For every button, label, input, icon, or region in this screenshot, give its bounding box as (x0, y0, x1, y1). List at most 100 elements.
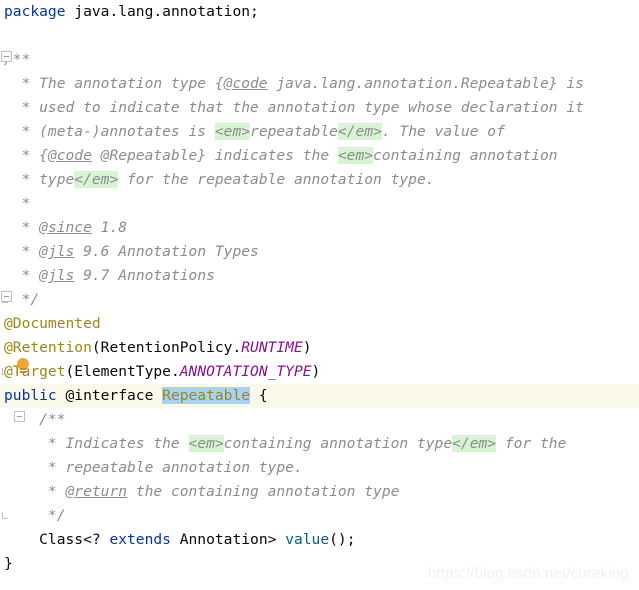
code-line[interactable]: * (0, 192, 639, 216)
code-token: RUNTIME (241, 339, 303, 356)
code-token: public (4, 387, 57, 404)
code-content[interactable]: package java.lang.annotation; /** * The … (0, 0, 639, 590)
code-line-text: public @interface Repeatable { (0, 384, 268, 408)
code-line-text: * @jls 9.7 Annotations (0, 264, 215, 288)
code-line[interactable]: * Indicates the <em>containing annotatio… (0, 432, 639, 456)
code-line[interactable]: * @jls 9.6 Annotation Types (0, 240, 639, 264)
code-line[interactable]: * @jls 9.7 Annotations (0, 264, 639, 288)
code-token: </em> (338, 123, 382, 140)
code-token: 9.7 Annotations (74, 267, 215, 284)
code-token: <em> (189, 435, 224, 452)
code-line-text: package java.lang.annotation; (0, 0, 259, 24)
code-token: containing annotation (373, 147, 558, 164)
code-token: @return (66, 483, 128, 500)
code-token: repeatable (250, 123, 338, 140)
code-token: <em> (215, 123, 250, 140)
code-line-text: Class<? extends Annotation> value(); (0, 528, 355, 552)
code-line-text: * used to indicate that the annotation t… (0, 96, 584, 120)
code-token: package (4, 3, 66, 20)
code-token: */ (4, 507, 66, 524)
code-line[interactable]: @Target(ElementType.ANNOTATION_TYPE) (0, 360, 639, 384)
code-token: @since (39, 219, 92, 236)
code-token: </em> (74, 171, 118, 188)
code-token: @code (224, 75, 268, 92)
code-line-text: * repeatable annotation type. (0, 456, 303, 480)
code-line-text: * @return the containing annotation type (0, 480, 399, 504)
code-line-text: * {@code @Repeatable} indicates the <em>… (0, 144, 558, 168)
code-token: (RetentionPolicy. (92, 339, 241, 356)
code-token: Annotation> (171, 531, 285, 548)
code-line[interactable]: * used to indicate that the annotation t… (0, 96, 639, 120)
code-token: @code (48, 147, 92, 164)
code-line[interactable]: */ (0, 504, 639, 528)
code-line[interactable]: * The annotation type {@code java.lang.a… (0, 72, 639, 96)
code-line[interactable]: @Documented (0, 312, 639, 336)
code-token: 9.6 Annotation Types (74, 243, 259, 260)
code-token: java.lang.annotation; (66, 3, 259, 20)
code-token: @Repeatable} indicates the (92, 147, 338, 164)
code-line[interactable]: public @interface Repeatable { (0, 384, 639, 408)
code-line[interactable] (0, 24, 639, 48)
code-token: extends (109, 531, 171, 548)
code-line[interactable]: @Retention(RetentionPolicy.RUNTIME) (0, 336, 639, 360)
code-line-text: * The annotation type {@code java.lang.a… (0, 72, 584, 96)
code-token: @jls (39, 243, 74, 260)
code-token: * Indicates the (4, 435, 189, 452)
code-token: * { (4, 147, 48, 164)
code-token: @Retention (4, 339, 92, 356)
code-line[interactable]: /** (0, 48, 639, 72)
fold-marker-target-line[interactable] (2, 368, 8, 375)
code-token: * The annotation type { (4, 75, 224, 92)
code-line-text: } (0, 552, 13, 576)
code-token: * type (4, 171, 74, 188)
code-token: (ElementType. (66, 363, 180, 380)
code-token: Repeatable (162, 387, 250, 404)
watermark: https://blog.csdn.net/cureking (428, 565, 629, 582)
code-token: <em> (338, 147, 373, 164)
code-line[interactable]: * @return the containing annotation type (0, 480, 639, 504)
code-line[interactable]: * {@code @Repeatable} indicates the <em>… (0, 144, 639, 168)
code-line-text: @Documented (0, 312, 101, 336)
fold-marker-inner-javadoc-open[interactable] (14, 411, 25, 422)
fold-marker-annotation-block[interactable] (1, 291, 12, 302)
code-token: for the repeatable annotation type. (118, 171, 434, 188)
code-token: ) (312, 363, 321, 380)
code-token: ANNOTATION_TYPE (180, 363, 312, 380)
code-line-text: @Retention(RetentionPolicy.RUNTIME) (0, 336, 312, 360)
code-line-text: * (0, 192, 30, 216)
fold-marker-javadoc-open[interactable] (1, 51, 12, 62)
code-token: @interface (57, 387, 162, 404)
code-editor[interactable]: package java.lang.annotation; /** * The … (0, 0, 639, 590)
code-token: </em> (452, 435, 496, 452)
code-token: @Target (4, 363, 66, 380)
code-line[interactable]: package java.lang.annotation; (0, 0, 639, 24)
code-line-text (0, 24, 13, 48)
code-line-text: /** (0, 408, 66, 432)
code-line[interactable]: /** (0, 408, 639, 432)
code-line[interactable]: * @since 1.8 (0, 216, 639, 240)
intention-bulb-icon[interactable] (16, 358, 30, 374)
code-token: * (4, 483, 66, 500)
code-line[interactable]: * (meta-)annotates is <em>repeatable</em… (0, 120, 639, 144)
code-line[interactable]: */ (0, 288, 639, 312)
code-token: (); (329, 531, 355, 548)
fold-marker-inner-javadoc-close[interactable] (2, 512, 8, 519)
code-line-text: * @since 1.8 (0, 216, 127, 240)
code-token: value (285, 531, 329, 548)
code-line-text: @Target(ElementType.ANNOTATION_TYPE) (0, 360, 320, 384)
code-token: 1.8 (92, 219, 127, 236)
code-line-text: * type</em> for the repeatable annotatio… (0, 168, 435, 192)
code-line[interactable]: * repeatable annotation type. (0, 456, 639, 480)
code-line-text: * (meta-)annotates is <em>repeatable</em… (0, 120, 505, 144)
code-token: * (4, 267, 39, 284)
bulb-base (20, 368, 26, 370)
code-line[interactable]: * type</em> for the repeatable annotatio… (0, 168, 639, 192)
code-line-text: * @jls 9.6 Annotation Types (0, 240, 259, 264)
code-line[interactable]: Class<? extends Annotation> value(); (0, 528, 639, 552)
code-token: * (meta-)annotates is (4, 123, 215, 140)
code-token: ) (303, 339, 312, 356)
code-token: * (4, 195, 30, 212)
code-token: java.lang.annotation.Repeatable} is (268, 75, 584, 92)
code-line-text: * Indicates the <em>containing annotatio… (0, 432, 566, 456)
code-token: * used to indicate that the annotation t… (4, 99, 584, 116)
